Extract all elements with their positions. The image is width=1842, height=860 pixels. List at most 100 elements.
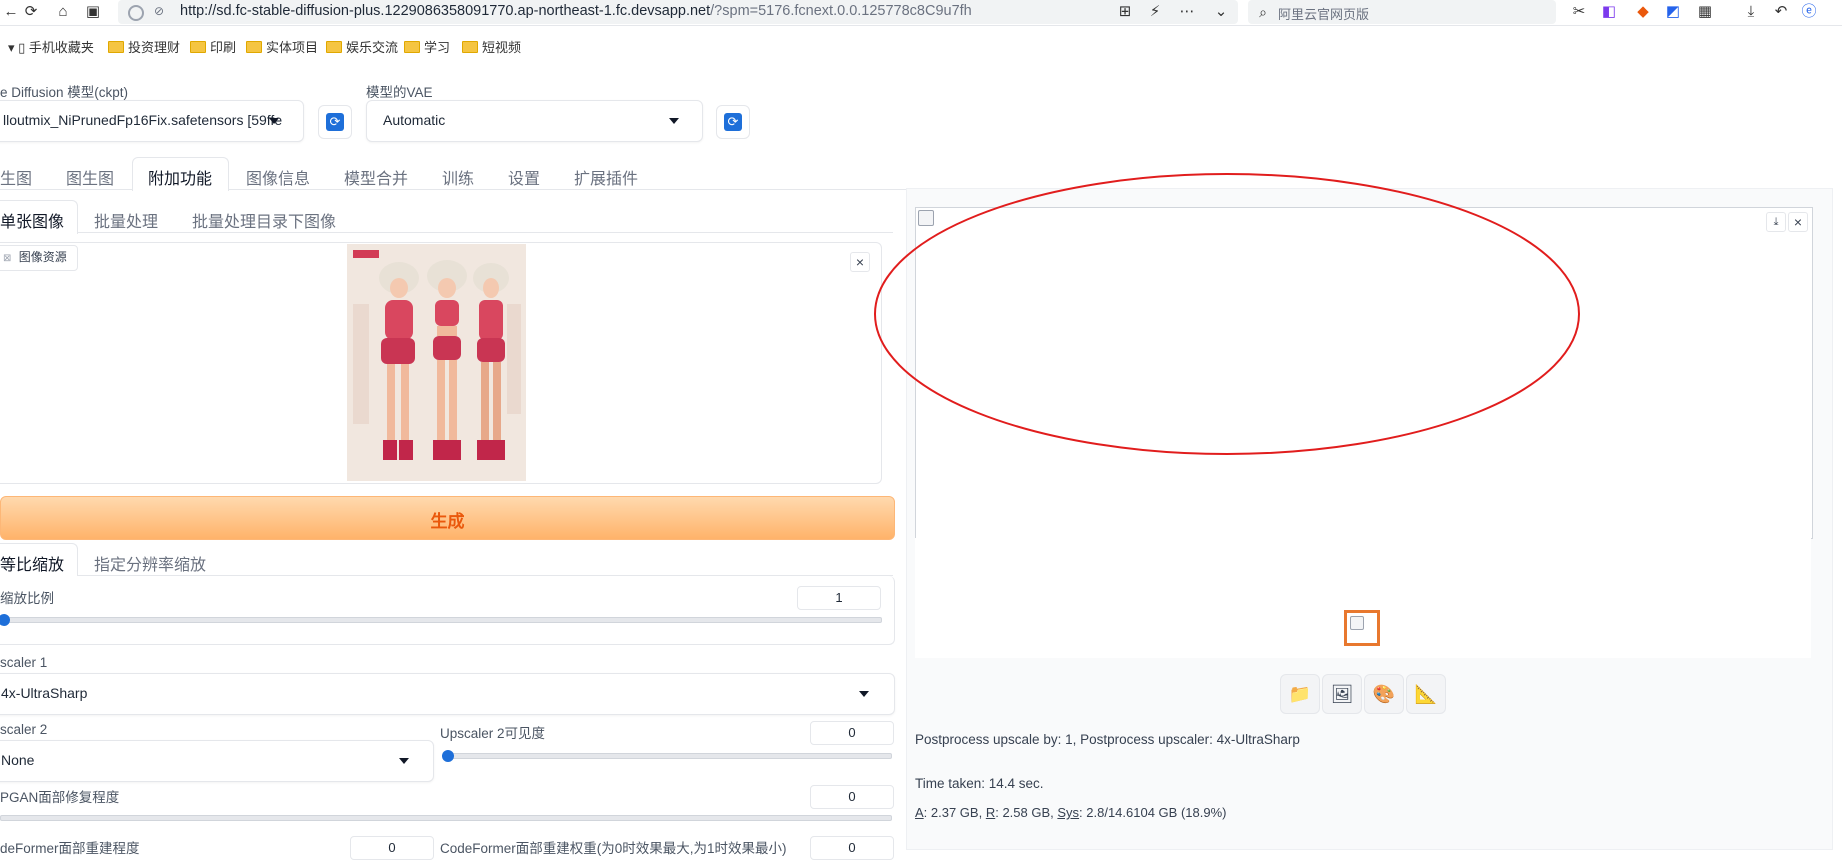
scale-panel bbox=[0, 576, 895, 645]
tab-batch-process[interactable]: 批量处理 bbox=[94, 208, 158, 232]
vae-dropdown[interactable]: Automatic bbox=[366, 100, 703, 142]
scale-slider[interactable] bbox=[0, 617, 882, 623]
bookmark-folder[interactable]: 投资理财 bbox=[108, 37, 180, 56]
folder-icon bbox=[326, 41, 342, 53]
ckpt-label: e Diffusion 模型(ckpt) bbox=[0, 85, 129, 100]
chevron-down-icon bbox=[669, 118, 679, 124]
close-icon[interactable]: × bbox=[850, 252, 870, 272]
extension-icon[interactable]: ◧ bbox=[1600, 3, 1618, 21]
download-icon[interactable]: ⤓ bbox=[1742, 3, 1760, 21]
bookmark-folder[interactable]: 实体项目 bbox=[246, 37, 318, 56]
vae-value: Automatic bbox=[383, 112, 446, 128]
codeformer-input[interactable]: 0 bbox=[350, 836, 434, 860]
folder-icon bbox=[108, 41, 124, 53]
media-icon[interactable]: ◩ bbox=[1664, 3, 1682, 21]
upscaler2-label: scaler 2 bbox=[0, 722, 48, 737]
home-icon[interactable]: ⌂ bbox=[54, 3, 72, 21]
bookmark-folder[interactable]: 娱乐交流 bbox=[326, 37, 398, 56]
ckpt-dropdown[interactable]: lloutmix_NiPrunedFp16Fix.safetensors [59… bbox=[0, 100, 304, 142]
tab-extras[interactable]: 附加功能 bbox=[148, 165, 212, 189]
tab-scale-to[interactable]: 指定分辨率缩放 bbox=[94, 551, 206, 575]
send-to-inpaint-button[interactable]: 🎨 bbox=[1364, 674, 1404, 714]
memory-stats: A: 2.37 GB, R: 2.58 GB, Sys: 2.8/14.6104… bbox=[915, 805, 1227, 820]
chevron-down-icon[interactable]: ⌄ bbox=[1212, 3, 1230, 21]
refresh-icon: ⟳ bbox=[326, 113, 344, 131]
generate-button[interactable]: 生成 bbox=[0, 496, 895, 540]
folder-icon bbox=[246, 41, 262, 53]
scale-label: 缩放比例 bbox=[0, 591, 54, 606]
tab-single-image[interactable]: 单张图像 bbox=[0, 208, 64, 232]
game-icon[interactable]: ◆ bbox=[1634, 3, 1652, 21]
scale-input[interactable]: 1 bbox=[797, 586, 881, 610]
open-folder-button[interactable]: 📁 bbox=[1280, 674, 1320, 714]
tab-settings[interactable]: 设置 bbox=[508, 165, 540, 189]
chevron-down-icon bbox=[859, 691, 869, 697]
broken-image-icon bbox=[1350, 616, 1364, 630]
tab-img2img[interactable]: 图生图 bbox=[66, 165, 114, 189]
tab-extensions[interactable]: 扩展插件 bbox=[574, 165, 638, 189]
gfpgan-label: PGAN面部修复程度 bbox=[0, 790, 120, 805]
bookmark-folder[interactable]: 短视频 bbox=[462, 37, 521, 56]
input-image[interactable] bbox=[347, 244, 526, 481]
upscaler2-value: None bbox=[1, 752, 35, 768]
chevron-down-icon bbox=[269, 118, 279, 124]
insecure-icon: ⊘ bbox=[154, 4, 165, 18]
ruler-icon: 📐 bbox=[1414, 684, 1438, 704]
upscaler1-dropdown[interactable]: 4x-UltraSharp bbox=[0, 673, 895, 715]
back-icon[interactable]: ← bbox=[2, 3, 20, 21]
codeformer-weight-label: CodeFormer面部重建权重(为0时效果最大,为1时效果最小) bbox=[440, 841, 787, 856]
refresh-icon: ⟳ bbox=[724, 113, 742, 131]
image-icon: 🖼 bbox=[1330, 684, 1354, 704]
subtabs-divider bbox=[0, 232, 893, 233]
upscaler2-visibility-input[interactable]: 0 bbox=[810, 721, 894, 745]
character-sheet-image bbox=[347, 244, 526, 481]
chevron-down-icon bbox=[399, 758, 409, 764]
tab-scale-by[interactable]: 等比缩放 bbox=[0, 551, 64, 575]
generate-label: 生成 bbox=[430, 512, 465, 531]
url-text[interactable]: http://sd.fc-stable-diffusion-plus.12290… bbox=[180, 3, 972, 19]
output-thumbnail[interactable] bbox=[1344, 610, 1380, 646]
codeformer-label: deFormer面部重建程度 bbox=[0, 841, 140, 856]
upscaler2-visibility-thumb[interactable] bbox=[442, 750, 454, 762]
search-icon: ⌕ bbox=[1259, 4, 1267, 20]
refresh-icon[interactable]: ⟳ bbox=[22, 3, 40, 21]
upscaler2-dropdown[interactable]: None bbox=[0, 740, 434, 782]
lightning-icon[interactable]: ⚡ bbox=[1146, 3, 1164, 21]
tab-train[interactable]: 训练 bbox=[442, 165, 474, 189]
upscaler1-label: scaler 1 bbox=[0, 655, 48, 670]
tab-png-info[interactable]: 图像信息 bbox=[246, 165, 310, 189]
apps-grid-icon[interactable]: ▦ bbox=[1696, 3, 1714, 21]
refresh-vae-button[interactable]: ⟳ bbox=[716, 105, 750, 139]
codeformer-weight-input[interactable]: 0 bbox=[810, 836, 894, 860]
vae-label: 模型的VAE bbox=[366, 85, 433, 100]
image-source-badge: ⊠ 图像资源 bbox=[0, 245, 78, 271]
ckpt-value: lloutmix_NiPrunedFp16Fix.safetensors [59… bbox=[3, 112, 283, 128]
edge-icon[interactable]: ⓔ bbox=[1800, 3, 1818, 21]
upscaler1-value: 4x-UltraSharp bbox=[1, 685, 88, 701]
annotation-ellipse bbox=[874, 173, 1580, 455]
tab-txt2img[interactable]: 生图 bbox=[0, 165, 32, 189]
refresh-ckpt-button[interactable]: ⟳ bbox=[318, 105, 352, 139]
undo-icon[interactable]: ↶ bbox=[1772, 3, 1790, 21]
translate-icon[interactable]: ⊞ bbox=[1116, 3, 1134, 21]
tab-batch-directory[interactable]: 批量处理目录下图像 bbox=[192, 208, 336, 232]
bookmark-mobile[interactable]: ▾ ▯ 手机收藏夹 bbox=[8, 37, 94, 56]
bookmark-folder[interactable]: 印刷 bbox=[190, 37, 236, 56]
more-icon[interactable]: ⋯ bbox=[1178, 3, 1196, 21]
bookmark-folder[interactable]: 学习 bbox=[404, 37, 450, 56]
send-to-extras-button[interactable]: 📐 bbox=[1406, 674, 1446, 714]
send-to-img2img-button[interactable]: 🖼 bbox=[1322, 674, 1362, 714]
gfpgan-input[interactable]: 0 bbox=[810, 785, 894, 809]
close-icon[interactable]: × bbox=[1788, 212, 1808, 232]
palette-icon: 🎨 bbox=[1372, 684, 1396, 704]
folder-icon: 📁 bbox=[1288, 684, 1312, 704]
tab-merge[interactable]: 模型合并 bbox=[344, 165, 408, 189]
site-icon bbox=[128, 5, 144, 21]
upscaler2-visibility-slider[interactable] bbox=[444, 753, 892, 759]
download-icon[interactable]: ⤓ bbox=[1766, 212, 1786, 232]
scissors-icon[interactable]: ✂ bbox=[1570, 3, 1588, 21]
briefcase-icon[interactable]: ▣ bbox=[84, 3, 102, 21]
upscaler2-visibility-label: Upscaler 2可见度 bbox=[440, 726, 546, 741]
gfpgan-slider[interactable] bbox=[0, 815, 892, 821]
folder-icon bbox=[462, 41, 478, 53]
